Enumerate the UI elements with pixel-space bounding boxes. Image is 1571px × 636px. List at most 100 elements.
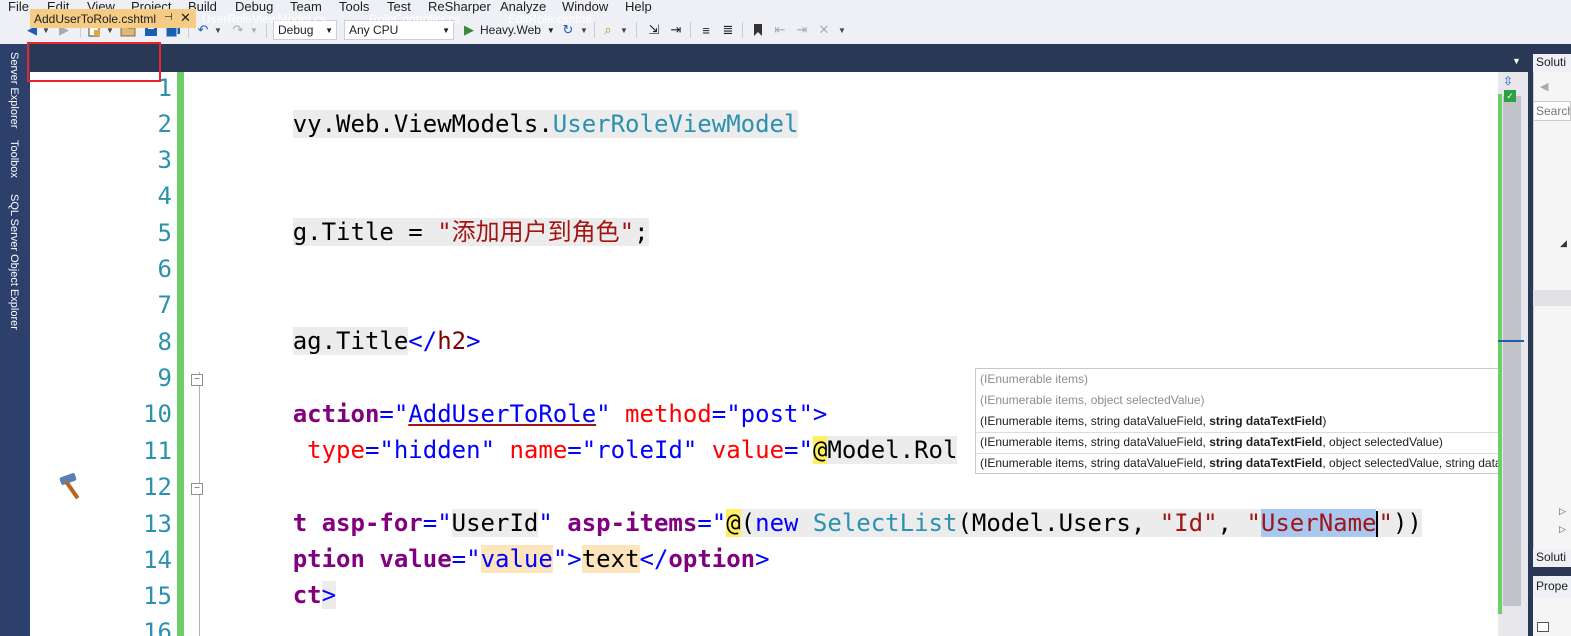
code-token: SelectList [798, 509, 958, 537]
sql-server-object-explorer-tab[interactable]: SQL Server Object Explorer [8, 194, 20, 330]
scrollbar-caret-marker [1498, 340, 1524, 342]
code-token: " [1246, 509, 1261, 537]
code-token: "> [552, 545, 582, 573]
collapse-icon[interactable]: − [191, 374, 203, 386]
code-token: type [292, 436, 365, 464]
editor-vertical-scrollbar[interactable]: ⇳ ✓ [1498, 72, 1528, 636]
pin-tab-icon[interactable]: ⊣ [164, 12, 173, 23]
code-token: UserRoleViewModel [552, 110, 799, 138]
split-window-icon[interactable]: ⇳ [1503, 74, 1513, 88]
menu-file[interactable]: File [8, 0, 29, 14]
line-number: 14 [143, 546, 172, 574]
signature-help-popup: (IEnumerable items) (IEnumerable items, … [975, 368, 1565, 474]
signature-param-active: string dataTextField [1209, 435, 1323, 449]
code-token: )) [1392, 509, 1422, 537]
code-token: " [480, 436, 496, 464]
collapse-icon[interactable]: − [191, 483, 203, 495]
comment-icon[interactable]: ≡ [698, 21, 714, 39]
code-token: value [364, 545, 452, 573]
find-in-files-icon[interactable]: ⌕ [600, 21, 616, 39]
collapse-arrow-icon[interactable]: ◢ [1560, 238, 1567, 249]
code-token: ct [292, 581, 322, 609]
signature-param-active: string dataTextField [1209, 456, 1323, 470]
bookmark-glyph [754, 24, 762, 36]
solution-explorer-tab[interactable]: Soluti [1533, 549, 1571, 567]
code-token: =" [784, 436, 813, 464]
code-token: text [581, 545, 640, 573]
line-number: 4 [157, 182, 172, 210]
line-number: 11 [143, 437, 172, 465]
step-into-icon[interactable]: ⇲ [646, 21, 662, 39]
line-number: 8 [157, 328, 172, 356]
tab-label: EditRole.cshtml [508, 12, 592, 26]
server-explorer-tab[interactable]: Server Explorer [8, 52, 20, 128]
tab-list-dropdown-icon[interactable]: ▼ [1512, 56, 1521, 66]
code-line-4: g.Title = "添加用户到角色"; [206, 181, 649, 246]
tab-label: UserRoleViewModel.cs [202, 12, 326, 26]
code-token: value [480, 545, 553, 573]
code-token: =" [567, 436, 597, 464]
code-token: "添加用户到角色" [437, 218, 635, 246]
code-token: g.Title = [292, 218, 438, 246]
code-token: h2 [437, 327, 467, 355]
code-token: > [321, 581, 337, 609]
solution-search-input[interactable]: Search [1533, 101, 1571, 121]
toolbar-overflow-icon[interactable]: ▼ [838, 21, 846, 39]
uncomment-icon[interactable]: ≣ [720, 21, 736, 39]
chevron-down-icon[interactable]: ▼ [620, 21, 628, 39]
line-number: 10 [143, 400, 172, 428]
signature-text: (IEnumerable items, string dataValueFiel… [980, 414, 1210, 428]
expand-arrow-icon[interactable]: ▷ [1559, 506, 1566, 517]
line-number: 9 [157, 364, 172, 392]
line-number: 6 [157, 255, 172, 283]
code-token-selected: UserName [1260, 509, 1377, 537]
tab-label: AddUserToRole.cshtml [34, 12, 157, 26]
tab-user-role-view-model[interactable]: UserRoleViewModel.cs [198, 9, 330, 28]
scrollbar-thumb[interactable] [1503, 96, 1521, 606]
line-number: 1 [157, 74, 172, 102]
code-token: @ [812, 436, 828, 464]
previous-bookmark-icon[interactable]: ⇤ [772, 21, 788, 39]
quick-action-hammer-icon[interactable] [58, 472, 90, 500]
properties-panel [1533, 598, 1571, 636]
signature-text: (IEnumerable items, object selectedValue… [980, 393, 1205, 407]
visual-studio-window: File Edit View Project Build Debug Team … [0, 0, 1571, 636]
code-line-9: action="AddUserToRole" method="post"> [206, 363, 828, 428]
code-token: name [495, 436, 568, 464]
toolbox-tab[interactable]: Toolbox [8, 140, 20, 178]
properties-title[interactable]: Prope [1533, 576, 1571, 598]
code-token: </ [408, 327, 438, 355]
outline-guide [199, 372, 200, 636]
signature-overload[interactable]: (IEnumerable items) [980, 369, 1088, 390]
signature-text: , object selectedValue) [1322, 435, 1443, 449]
checkmark-icon: ✓ [1504, 90, 1516, 102]
line-number: 15 [143, 582, 172, 610]
code-line-7: ag.Title</h2> [206, 290, 481, 355]
signature-overload[interactable]: (IEnumerable items, object selectedValue… [980, 390, 1205, 411]
close-tab-icon[interactable]: ✕ [180, 10, 191, 26]
tab-edit-role[interactable]: EditRole.cshtml [504, 9, 595, 28]
code-token: > [755, 545, 770, 573]
code-line-12: t asp-for="UserId" asp-items="@(new Sele… [206, 472, 1422, 537]
code-token: option [668, 545, 756, 573]
code-token: " [682, 436, 698, 464]
scrollbar-change-marks [1498, 94, 1502, 614]
menu-help[interactable]: Help [625, 0, 652, 14]
bookmark-icon[interactable] [750, 21, 766, 39]
code-token: ; [634, 218, 649, 246]
signature-overload[interactable]: (IEnumerable items, string dataValueFiel… [980, 453, 1565, 474]
tab-role-controller[interactable]: RoleController.cs [365, 9, 464, 28]
signature-param-active: string dataTextField [1209, 414, 1323, 428]
line-number: 2 [157, 110, 172, 138]
code-editor[interactable]: 1 2 3 4 5 6 7 8 9 10 11 12 13 14 15 16 −… [30, 72, 1498, 636]
solution-explorer-title[interactable]: Soluti [1533, 54, 1571, 72]
code-line-1: vy.Web.ViewModels.UserRoleViewModel [206, 73, 799, 138]
signature-overload-current[interactable]: (IEnumerable items, string dataValueFiel… [980, 411, 1326, 432]
clear-bookmarks-icon[interactable]: ✕ [816, 21, 832, 39]
categorized-icon[interactable] [1537, 622, 1549, 632]
next-bookmark-icon[interactable]: ⇥ [794, 21, 810, 39]
expand-arrow-icon[interactable]: ▷ [1559, 524, 1566, 535]
back-icon[interactable]: ◀ [1540, 80, 1548, 93]
step-over-icon[interactable]: ⇥ [668, 21, 684, 39]
signature-overload[interactable]: (IEnumerable items, string dataValueFiel… [980, 432, 1443, 453]
